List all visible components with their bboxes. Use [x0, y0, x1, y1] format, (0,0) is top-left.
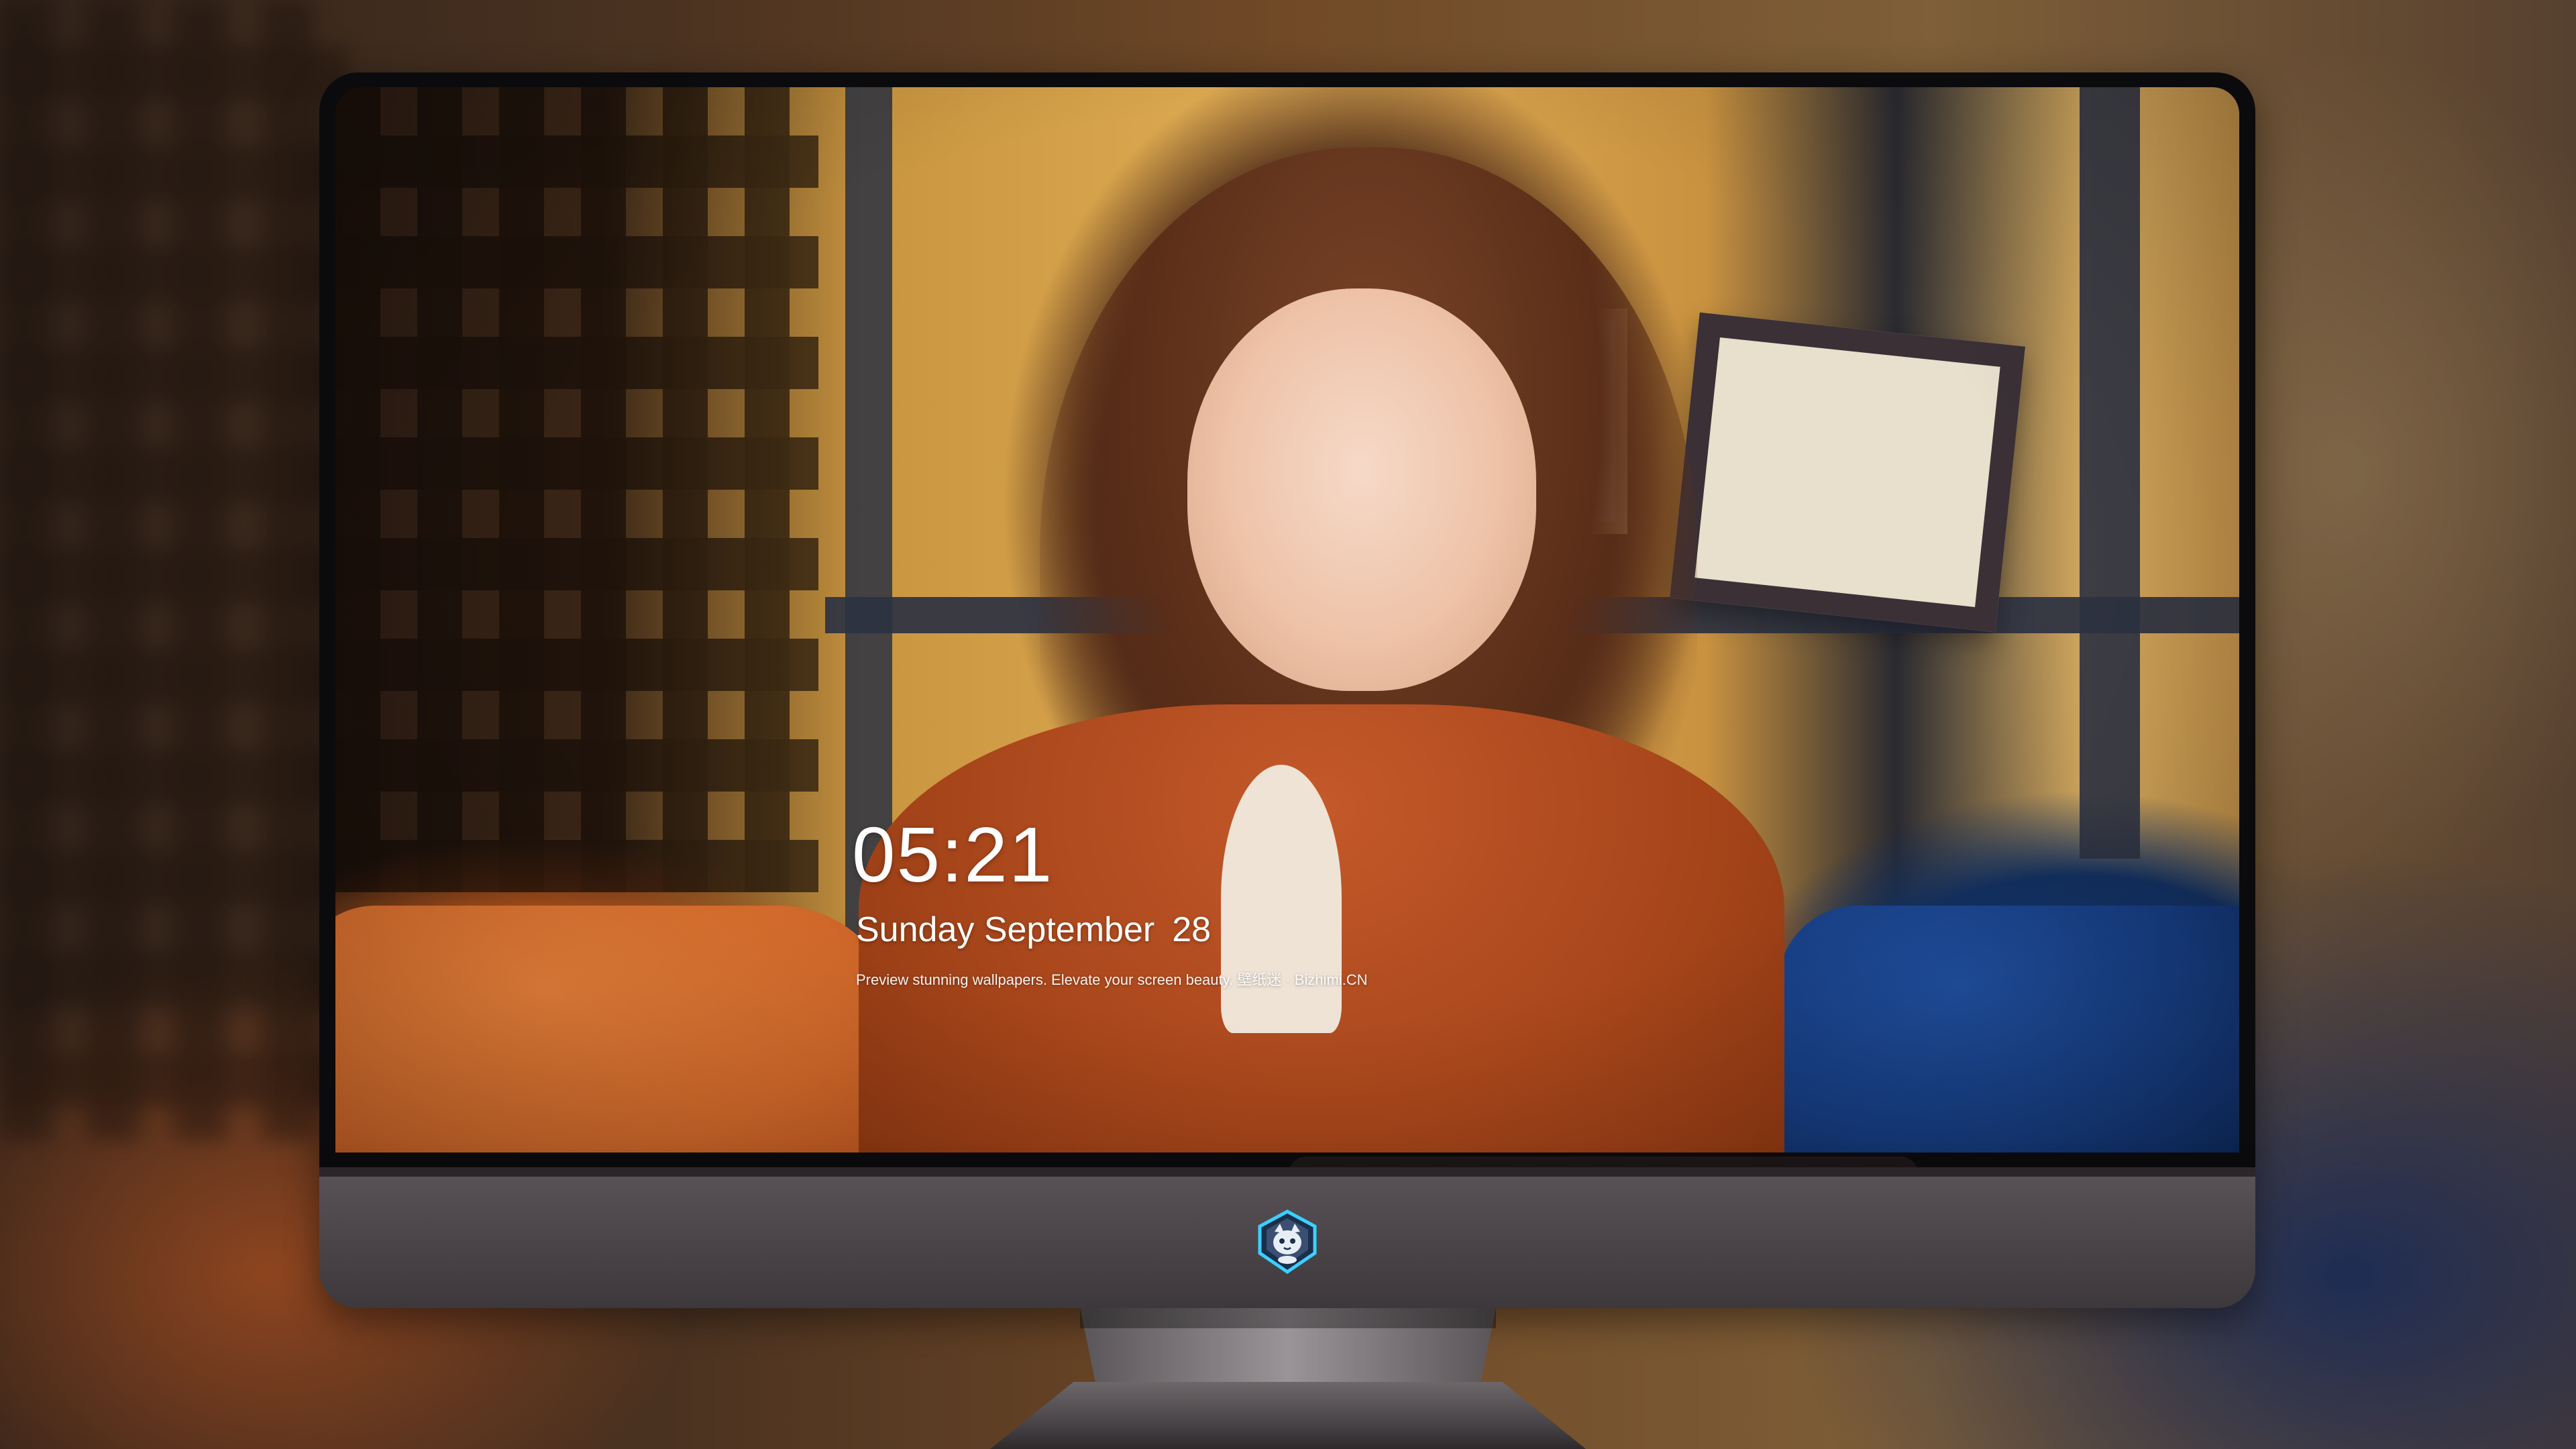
monitor-stand-base	[990, 1382, 1586, 1449]
monitor-bezel: 05:21 Sunday September 28 Preview stunnin…	[319, 72, 2255, 1167]
lockscreen-date: Sunday September 28	[856, 912, 1211, 947]
wallpaper-screen: 05:21 Sunday September 28 Preview stunnin…	[335, 87, 2239, 1152]
desktop-background: 05:21 Sunday September 28 Preview stunnin…	[0, 0, 2576, 1449]
shield-cat-logo-icon	[1254, 1209, 1320, 1275]
lockscreen-day: 28	[1172, 910, 1212, 949]
lockscreen-time: 05:21	[852, 811, 1054, 898]
lockscreen-month: September	[983, 910, 1155, 949]
lockscreen-tagline: Preview stunning wallpapers. Elevate you…	[856, 971, 1368, 988]
monitor: 05:21 Sunday September 28 Preview stunnin…	[319, 72, 2255, 1308]
lockscreen-weekday: Sunday	[856, 910, 975, 949]
